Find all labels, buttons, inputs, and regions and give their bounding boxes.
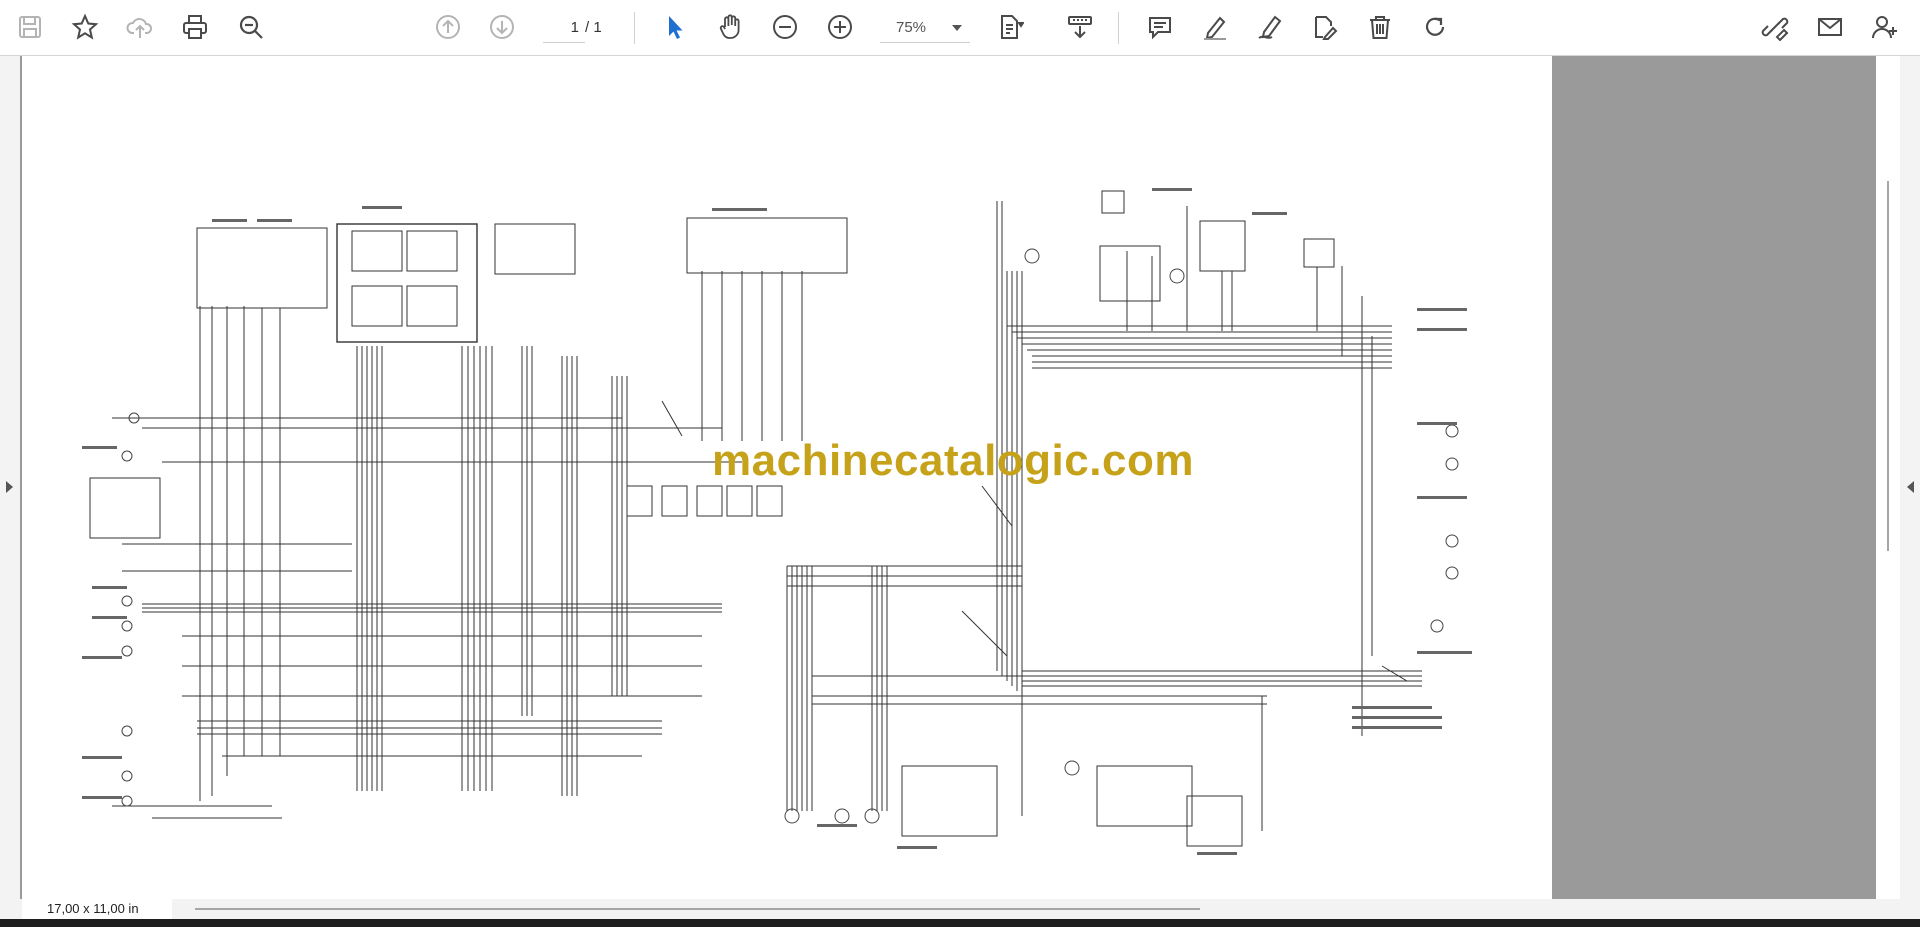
expand-right-panel-icon[interactable] bbox=[1907, 481, 1914, 493]
page-number-input[interactable] bbox=[543, 12, 585, 43]
zoom-select[interactable]: 75% bbox=[880, 12, 970, 43]
page-fit-icon bbox=[1001, 15, 1024, 39]
save-icon bbox=[19, 16, 41, 38]
select-cursor-icon bbox=[669, 16, 683, 39]
scroll-mode-button[interactable] bbox=[1060, 7, 1100, 47]
scroll-mode-icon bbox=[1068, 16, 1092, 39]
previous-page-button[interactable] bbox=[428, 7, 468, 47]
vertical-scrollbar[interactable] bbox=[1876, 56, 1900, 899]
trash-icon bbox=[1370, 16, 1390, 39]
zoom-out-icon bbox=[773, 15, 797, 39]
draw-button[interactable] bbox=[1250, 7, 1290, 47]
comment-icon bbox=[1149, 17, 1171, 40]
expand-left-panel-icon[interactable] bbox=[6, 481, 13, 493]
star-icon bbox=[71, 13, 99, 40]
page-total: / 1 bbox=[585, 19, 602, 36]
find-button[interactable] bbox=[231, 7, 271, 47]
zoom-out-button[interactable] bbox=[765, 7, 805, 47]
print-icon bbox=[183, 15, 207, 39]
draw-pen-icon bbox=[1258, 15, 1282, 39]
left-panel-rail bbox=[0, 56, 20, 899]
watermark-text: machinecatalogic.com bbox=[712, 436, 1194, 485]
taskbar-edge bbox=[0, 919, 1920, 927]
bookmark-button[interactable] bbox=[65, 7, 105, 47]
edit-button[interactable] bbox=[1305, 7, 1345, 47]
search-icon bbox=[239, 15, 263, 39]
right-panel-rail bbox=[1900, 56, 1920, 899]
document-viewport[interactable]: machinecatalogic.com bbox=[0, 56, 1920, 899]
redo-button[interactable] bbox=[1415, 7, 1455, 47]
select-tool-button[interactable] bbox=[655, 7, 695, 47]
upload-button[interactable] bbox=[120, 7, 160, 47]
zoom-in-icon bbox=[828, 15, 852, 39]
toolbar-divider bbox=[634, 12, 635, 44]
zoom-value: 75% bbox=[896, 19, 927, 36]
arrow-up-circle-icon bbox=[436, 15, 460, 39]
add-user-icon bbox=[1872, 16, 1897, 39]
hand-tool-button[interactable] bbox=[710, 7, 750, 47]
redo-icon bbox=[1425, 17, 1445, 36]
email-button[interactable] bbox=[1810, 7, 1850, 47]
link-edit-button[interactable] bbox=[1755, 7, 1795, 47]
stamp-edit-icon bbox=[1315, 16, 1338, 40]
comment-button[interactable] bbox=[1140, 7, 1180, 47]
page-fit-button[interactable] bbox=[990, 7, 1030, 47]
chevron-down-icon bbox=[952, 25, 962, 31]
pdf-page: machinecatalogic.com bbox=[22, 56, 1552, 899]
horizontal-scrollbar[interactable] bbox=[195, 908, 1200, 910]
zoom-in-button[interactable] bbox=[820, 7, 860, 47]
toolbar-divider bbox=[1118, 12, 1119, 44]
highlight-button[interactable] bbox=[1195, 7, 1235, 47]
vertical-scroll-thumb[interactable] bbox=[1887, 181, 1889, 551]
print-button[interactable] bbox=[175, 7, 215, 47]
email-icon bbox=[1818, 18, 1842, 36]
hand-tool-icon bbox=[719, 14, 740, 39]
cloud-upload-icon bbox=[126, 18, 153, 38]
link-edit-icon bbox=[1761, 17, 1789, 41]
toolbar: / 1 75% bbox=[0, 0, 1920, 56]
delete-button[interactable] bbox=[1360, 7, 1400, 47]
status-bar: 17,00 x 11,00 in bbox=[0, 899, 1920, 919]
share-button[interactable] bbox=[1865, 7, 1905, 47]
next-page-button[interactable] bbox=[482, 7, 522, 47]
highlight-pen-icon bbox=[1204, 16, 1226, 40]
arrow-down-circle-icon bbox=[490, 15, 514, 39]
page-size-label: 17,00 x 11,00 in bbox=[22, 899, 172, 919]
save-button[interactable] bbox=[10, 7, 50, 47]
